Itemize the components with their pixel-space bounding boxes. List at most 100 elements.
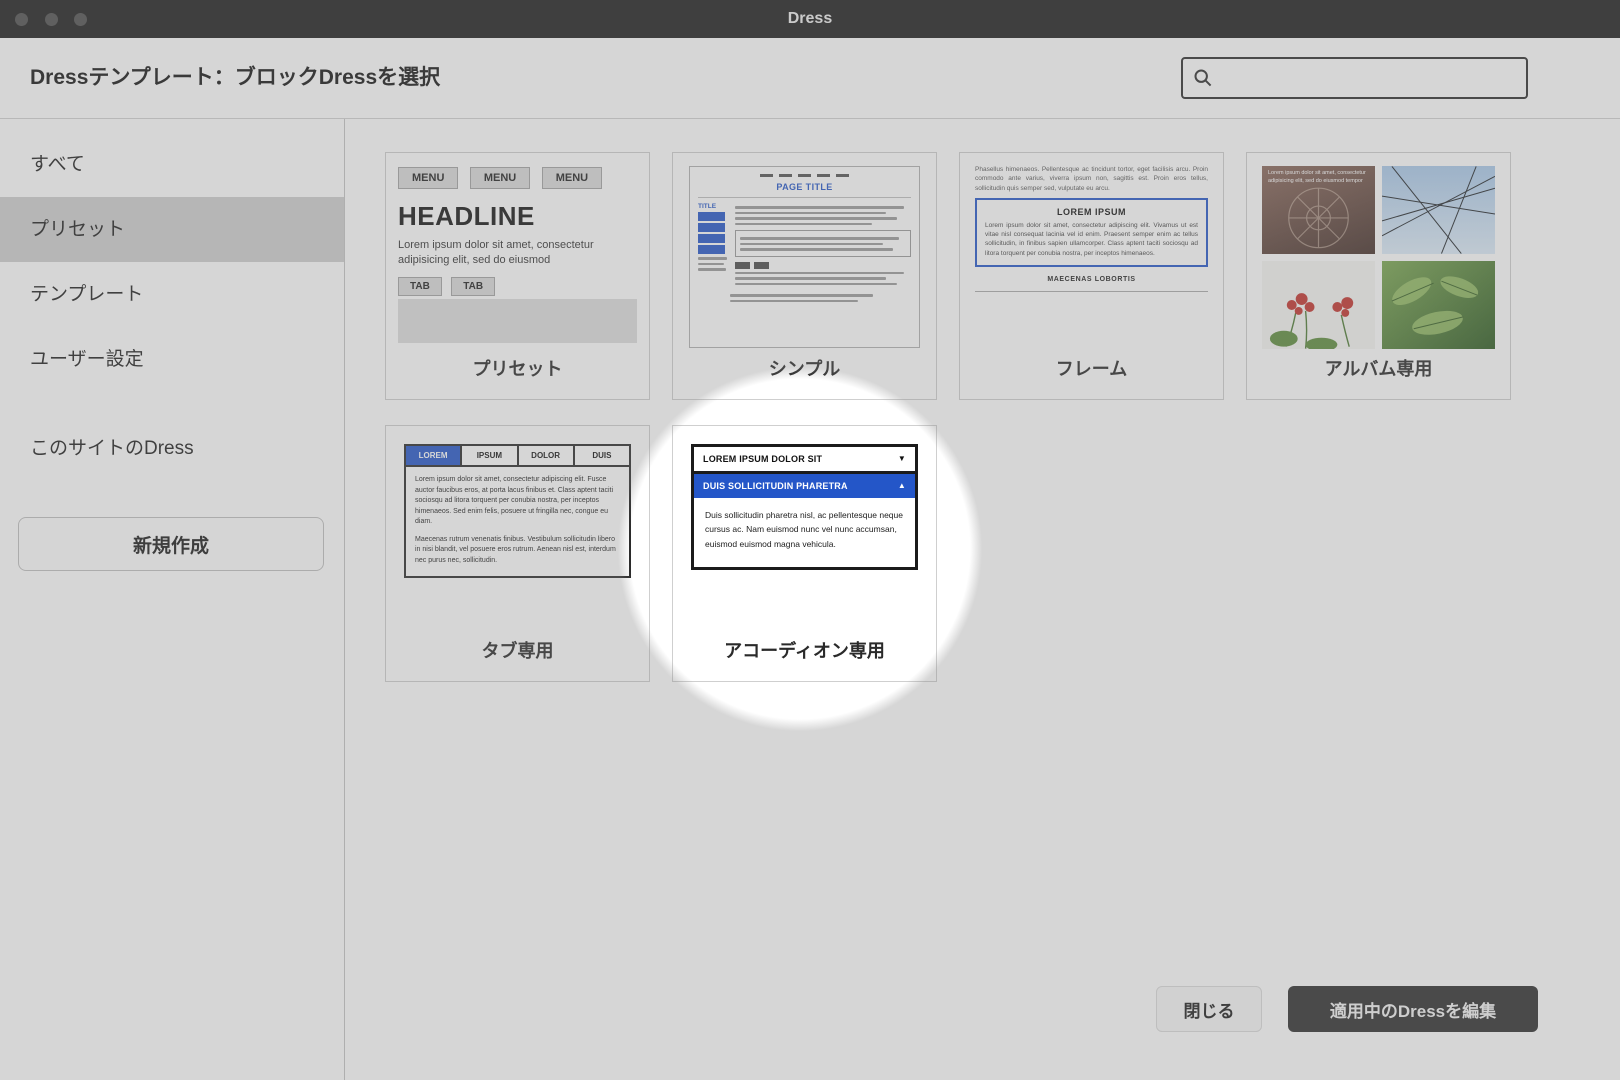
edit-active-dress-button[interactable]: 適用中のDressを編集 xyxy=(1288,986,1538,1032)
tab-button: TAB xyxy=(398,277,442,296)
dress-template-dialog: Dress Dressテンプレート：ブロックDressを選択 すべて プリセット… xyxy=(0,0,1620,1080)
mini-page-body: TITLE xyxy=(690,198,919,285)
create-new-button[interactable]: 新規作成 xyxy=(18,517,324,571)
accordion-thumbnail: LOREM IPSUM DOLOR SIT ▼ DUIS SOLLICITUDI… xyxy=(691,444,918,570)
card-label: シンプル xyxy=(673,355,936,381)
menu-button: MENU xyxy=(542,167,602,189)
text-lines-placeholder xyxy=(735,272,911,286)
album-photo-power-lines xyxy=(1382,166,1495,254)
menu-button: MENU xyxy=(470,167,530,189)
text-lines-placeholder xyxy=(698,257,728,271)
window-title: Dress xyxy=(0,0,1620,38)
template-card-tab[interactable]: LOREM IPSUM DOLOR DUIS Lorem ipsum dolor… xyxy=(385,425,650,682)
mini-menu-item xyxy=(698,212,725,221)
template-card-preset[interactable]: MENU MENU MENU HEADLINE Lorem ipsum dolo… xyxy=(385,152,650,400)
sidebar-spacer xyxy=(0,392,344,416)
mini-left-column: TITLE xyxy=(698,203,728,285)
accordion-item-label: DUIS SOLLICITUDIN PHARETRA xyxy=(703,481,848,491)
mini-menu-item xyxy=(698,223,725,232)
sidebar-item-user-settings[interactable]: ユーザー設定 xyxy=(0,327,344,392)
accordion-item-label: LOREM IPSUM DOLOR SIT xyxy=(703,454,822,464)
sidebar-item-template[interactable]: テンプレート xyxy=(0,262,344,327)
sidebar-item-all[interactable]: すべて xyxy=(0,132,344,197)
text-lines-placeholder xyxy=(740,237,906,251)
nav-item-placeholder xyxy=(760,174,773,177)
frame-body-text: Lorem ipsum dolor sit amet, consectetur … xyxy=(985,221,1198,257)
album-photo-caption: Lorem ipsum dolor sit amet, consectetur … xyxy=(1268,170,1370,186)
divider xyxy=(975,291,1208,292)
card-label: タブ専用 xyxy=(386,637,649,663)
text-line-placeholder xyxy=(735,277,886,280)
text-lines-placeholder xyxy=(730,294,879,302)
frame-bordered-box: LOREM IPSUM Lorem ipsum dolor sit amet, … xyxy=(975,198,1208,266)
tab-thumbnail: LOREM IPSUM DOLOR DUIS Lorem ipsum dolor… xyxy=(404,444,631,578)
tab-bar: LOREM IPSUM DOLOR DUIS xyxy=(406,446,629,467)
close-button[interactable]: 閉じる xyxy=(1156,986,1262,1032)
nav-item-placeholder xyxy=(779,174,792,177)
nav-item-placeholder xyxy=(836,174,849,177)
text-line-placeholder xyxy=(735,283,897,286)
album-photo-leaves xyxy=(1382,261,1495,349)
flowers-icon xyxy=(1262,261,1375,349)
frame-thumbnail: Phasellus himenaeos. Pellentesque ac tin… xyxy=(975,165,1208,292)
text-line-placeholder xyxy=(698,268,726,271)
window-titlebar: Dress xyxy=(0,0,1620,38)
power-lines-icon xyxy=(1382,166,1495,254)
card-label: プリセット xyxy=(386,355,649,381)
sidebar: すべて プリセット テンプレート ユーザー設定 このサイトのDress 新規作成 xyxy=(0,119,345,1080)
text-line-placeholder xyxy=(740,237,899,240)
accordion-item-expanded: DUIS SOLLICITUDIN PHARETRA ▲ xyxy=(694,474,915,498)
mini-buttons xyxy=(735,262,911,269)
frame-footer-text: MAECENAS LOBORTIS xyxy=(975,276,1208,283)
text-line-placeholder xyxy=(740,248,893,251)
preset-body-text: Lorem ipsum dolor sit amet, consectetur … xyxy=(398,238,637,268)
accordion-body-text: Duis sollicitudin pharetra nisl, ac pell… xyxy=(694,498,915,567)
mini-button-placeholder xyxy=(735,262,750,269)
text-line-placeholder xyxy=(698,263,724,266)
frame-title: LOREM IPSUM xyxy=(985,207,1198,217)
sidebar-item-preset[interactable]: プリセット xyxy=(0,197,344,262)
text-line-placeholder xyxy=(735,217,897,220)
text-line-placeholder xyxy=(698,257,727,260)
tab-paragraph: Maecenas rutrum venenatis finibus. Vesti… xyxy=(415,535,620,567)
preset-menu-row: MENU MENU MENU xyxy=(398,167,637,189)
accordion-item-collapsed: LOREM IPSUM DOLOR SIT ▼ xyxy=(694,447,915,474)
text-line-placeholder xyxy=(740,243,883,246)
text-line-placeholder xyxy=(730,294,873,297)
text-line-placeholder xyxy=(735,206,904,209)
template-card-album[interactable]: Lorem ipsum dolor sit amet, consectetur … xyxy=(1246,152,1511,400)
chevron-up-icon: ▲ xyxy=(898,482,906,490)
mini-footer xyxy=(690,285,919,302)
tab-button: TAB xyxy=(451,277,495,296)
card-label: アルバム専用 xyxy=(1247,355,1510,381)
text-line-placeholder xyxy=(730,300,858,303)
tab-paragraph: Lorem ipsum dolor sit amet, consectetur … xyxy=(415,475,620,528)
nav-item-placeholder xyxy=(817,174,830,177)
tab-item: DOLOR xyxy=(517,446,573,465)
page-title: Dressテンプレート：ブロックDressを選択 xyxy=(30,38,440,118)
leaves-icon xyxy=(1382,261,1495,349)
dialog-header: Dressテンプレート：ブロックDressを選択 xyxy=(0,38,1620,119)
tab-item: DUIS xyxy=(573,446,629,465)
album-photo-ferris-wheel: Lorem ipsum dolor sit amet, consectetur … xyxy=(1262,166,1375,254)
preset-thumbnail: MENU MENU MENU HEADLINE Lorem ipsum dolo… xyxy=(398,167,637,343)
album-thumbnail: Lorem ipsum dolor sit amet, consectetur … xyxy=(1262,166,1495,349)
nav-item-placeholder xyxy=(798,174,811,177)
mini-nav-bar xyxy=(690,174,919,177)
search-icon xyxy=(1193,68,1213,88)
text-lines-placeholder xyxy=(735,206,911,225)
template-card-frame[interactable]: Phasellus himenaeos. Pellentesque ac tin… xyxy=(959,152,1224,400)
chevron-down-icon: ▼ xyxy=(898,455,906,463)
preset-tab-row: TAB TAB xyxy=(398,276,637,296)
template-card-accordion[interactable]: LOREM IPSUM DOLOR SIT ▼ DUIS SOLLICITUDI… xyxy=(672,425,937,682)
template-card-simple[interactable]: PAGE TITLE TITLE xyxy=(672,152,937,400)
mini-main-column xyxy=(735,203,911,285)
mini-bordered-box xyxy=(735,230,911,257)
search-input[interactable] xyxy=(1221,68,1526,88)
frame-intro-text: Phasellus himenaeos. Pellentesque ac tin… xyxy=(975,165,1208,193)
search-box[interactable] xyxy=(1181,57,1528,99)
text-line-placeholder xyxy=(735,212,886,215)
mini-menu-item xyxy=(698,245,725,254)
sidebar-item-this-site-dress[interactable]: このサイトのDress xyxy=(0,416,344,481)
mini-button-placeholder xyxy=(754,262,769,269)
